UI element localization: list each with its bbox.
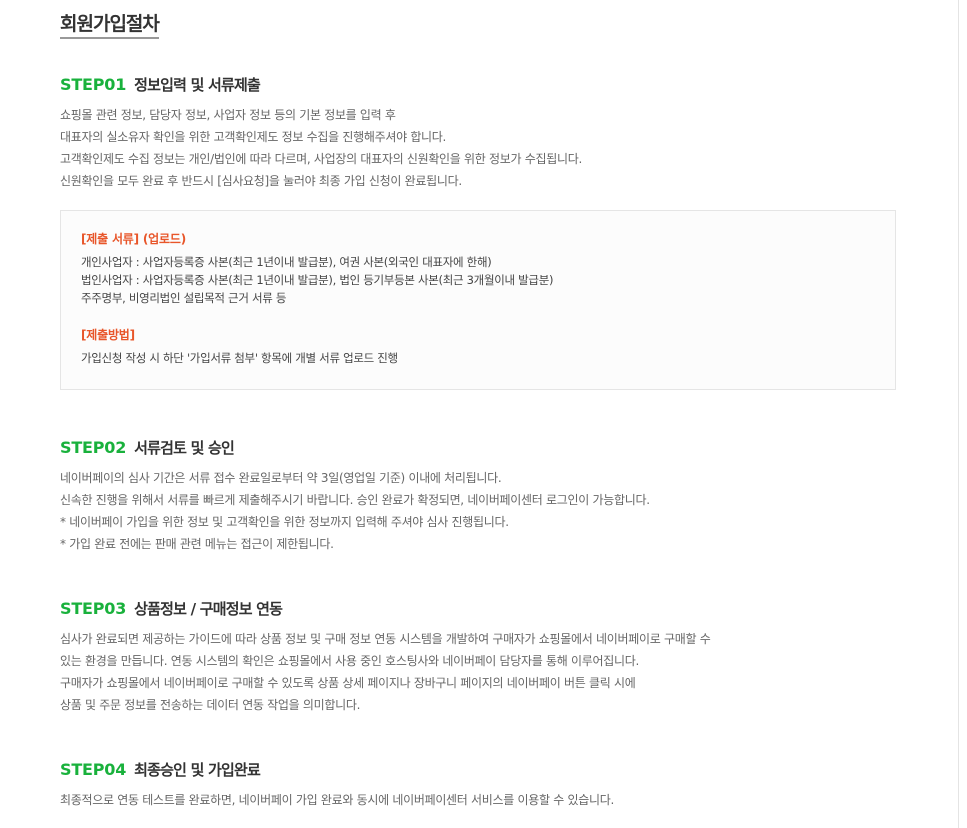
submit-documents-heading: [제출 서류] (업로드) — [81, 232, 186, 246]
step-03-heading: STEP03 상품정보 / 구매정보 연동 — [60, 594, 900, 618]
step-02-section: STEP02 서류검토 및 승인 네이버페이의 심사 기간은 서류 접수 완료일로… — [60, 433, 900, 555]
step-03-number: STEP03 — [60, 599, 127, 618]
step-03-line: 있는 환경을 만듭니다. 연동 시스템의 확인은 쇼핑몰에서 사용 중인 호스팅… — [60, 654, 639, 668]
step-03-title: 상품정보 / 구매정보 연동 — [134, 600, 283, 618]
step-02-line: * 가입 완료 전에는 판매 관련 메뉴는 접근이 제한됩니다. — [60, 537, 334, 551]
submit-method-heading: [제출방법] — [81, 328, 135, 342]
step-01-line: 신원확인을 모두 완료 후 반드시 [심사요청]을 눌러야 최종 가입 신청이 … — [60, 174, 462, 188]
page-title: 회원가입절차 — [60, 12, 160, 39]
step-03-line: 심사가 완료되면 제공하는 가이드에 따라 상품 정보 및 구매 정보 연동 시… — [60, 632, 711, 646]
step-02-line: 네이버페이의 심사 기간은 서류 접수 완료일로부터 약 3일(영업일 기준) … — [60, 471, 502, 485]
submit-method-item: 가입신청 작성 시 하단 '가입서류 첨부' 항목에 개별 서류 업로드 진행 — [81, 351, 398, 365]
submit-documents-item: 개인사업자 : 사업자등록증 사본(최근 1년이내 발급분), 여권 사본(외국… — [81, 255, 492, 269]
step-01-title: 정보입력 및 서류제출 — [134, 76, 261, 94]
step-01-line: 고객확인제도 수집 정보는 개인/법인에 따라 다르며, 사업장의 대표자의 신… — [60, 152, 582, 166]
submit-method-list: 가입신청 작성 시 하단 '가입서류 첨부' 항목에 개별 서류 업로드 진행 — [81, 349, 875, 367]
step-02-line: 신속한 진행을 위해서 서류를 빠르게 제출해주시기 바랍니다. 승인 완료가 … — [60, 493, 650, 507]
step-01-number: STEP01 — [60, 75, 127, 94]
step-03-line: 상품 및 주문 정보를 전송하는 데이터 연동 작업을 의미합니다. — [60, 698, 361, 712]
step-01-section: STEP01 정보입력 및 서류제출 쇼핑몰 관련 정보, 담당자 정보, 사업자… — [60, 70, 900, 192]
step-03-description: 심사가 완료되면 제공하는 가이드에 따라 상품 정보 및 구매 정보 연동 시… — [60, 628, 900, 716]
step-01-description: 쇼핑몰 관련 정보, 담당자 정보, 사업자 정보 등의 기본 정보를 입력 후… — [60, 104, 900, 192]
step-04-line: 최종적으로 연동 테스트를 완료하면, 네이버페이 가입 완료와 동시에 네이버… — [60, 793, 614, 807]
step-04-title: 최종승인 및 가입완료 — [134, 761, 261, 779]
step-01-line: 대표자의 실소유자 확인을 위한 고객확인제도 정보 수집을 진행해주셔야 합니… — [60, 130, 447, 144]
step-03-section: STEP03 상품정보 / 구매정보 연동 심사가 완료되면 제공하는 가이드에 … — [60, 594, 900, 716]
step-02-line: * 네이버페이 가입을 위한 정보 및 고객확인을 위한 정보까지 입력해 주셔… — [60, 515, 509, 529]
submit-documents-list: 개인사업자 : 사업자등록증 사본(최근 1년이내 발급분), 여권 사본(외국… — [81, 253, 875, 307]
step-01-heading: STEP01 정보입력 및 서류제출 — [60, 70, 900, 94]
step-01-line: 쇼핑몰 관련 정보, 담당자 정보, 사업자 정보 등의 기본 정보를 입력 후 — [60, 108, 396, 122]
right-border-line — [958, 0, 959, 828]
step-03-line: 구매자가 쇼핑몰에서 네이버페이로 구매할 수 있도록 상품 상세 페이지나 장… — [60, 676, 636, 690]
step-04-number: STEP04 — [60, 760, 127, 779]
step-02-title: 서류검토 및 승인 — [134, 439, 235, 457]
submit-documents-item: 주주명부, 비영리법인 설립목적 근거 서류 등 — [81, 291, 287, 305]
documents-info-box: [제출 서류] (업로드) 개인사업자 : 사업자등록증 사본(최근 1년이내 … — [60, 210, 896, 390]
step-02-number: STEP02 — [60, 438, 127, 457]
step-02-heading: STEP02 서류검토 및 승인 — [60, 433, 900, 457]
step-04-description: 최종적으로 연동 테스트를 완료하면, 네이버페이 가입 완료와 동시에 네이버… — [60, 789, 900, 811]
submit-documents-item: 법인사업자 : 사업자등록증 사본(최근 1년이내 발급분), 법인 등기부등본… — [81, 273, 554, 287]
step-02-description: 네이버페이의 심사 기간은 서류 접수 완료일로부터 약 3일(영업일 기준) … — [60, 467, 900, 555]
step-04-section: STEP04 최종승인 및 가입완료 최종적으로 연동 테스트를 완료하면, 네이… — [60, 755, 900, 811]
step-04-heading: STEP04 최종승인 및 가입완료 — [60, 755, 900, 779]
